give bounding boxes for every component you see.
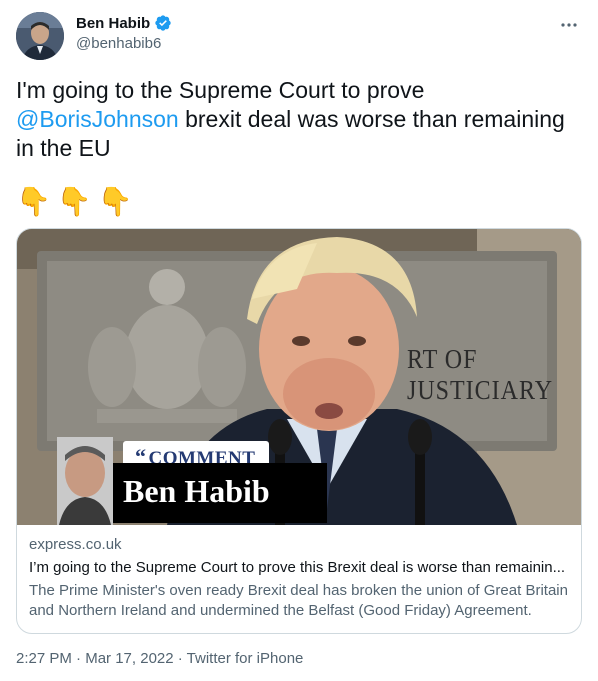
avatar-photo — [16, 12, 64, 60]
card-domain: express.co.uk — [29, 536, 122, 553]
avatar[interactable] — [16, 12, 64, 60]
emoji-row: 👇 👇 👇 — [16, 186, 133, 218]
card-title[interactable]: I’m going to the Supreme Court to prove … — [29, 558, 569, 578]
tweet-text-before: I'm going to the Supreme Court to prove — [16, 77, 425, 103]
more-dots-glyph — [561, 23, 577, 27]
tweet-meta: 2:27 PM · Mar 17, 2022 · Twitter for iPh… — [16, 650, 303, 667]
link-card[interactable]: RT OF JUSTICIARY “COMMENT Ben Habib expr… — [16, 228, 582, 634]
sign-text: RT OF JUSTICIARY — [407, 344, 554, 406]
pointing-down-emoji: 👇 — [56, 186, 92, 217]
card-body[interactable]: express.co.uk I’m going to the Supreme C… — [29, 535, 569, 621]
tweet-text: I'm going to the Supreme Court to prove … — [16, 76, 582, 163]
mention-link[interactable]: @BorisJohnson — [16, 106, 179, 132]
meta-separator: · — [173, 650, 187, 667]
tweet-source[interactable]: Twitter for iPhone — [187, 650, 304, 667]
tweet-date[interactable]: Mar 17, 2022 — [85, 650, 173, 667]
card-description: The Prime Minister's oven ready Brexit d… — [29, 582, 568, 619]
author-name[interactable]: Ben Habib — [76, 15, 150, 32]
author-name-row[interactable]: Ben Habib — [76, 14, 172, 32]
byline-text: Ben Habib — [123, 473, 270, 509]
pointing-down-emoji: 👇 — [16, 186, 51, 217]
author-handle[interactable]: @benhabib6 — [76, 35, 161, 52]
more-options-icon[interactable] — [558, 14, 580, 36]
meta-separator: · — [71, 650, 86, 667]
tweet-time[interactable]: 2:27 PM — [16, 650, 72, 667]
verified-badge-icon — [155, 15, 171, 31]
pointing-down-emoji: 👇 — [97, 186, 133, 217]
